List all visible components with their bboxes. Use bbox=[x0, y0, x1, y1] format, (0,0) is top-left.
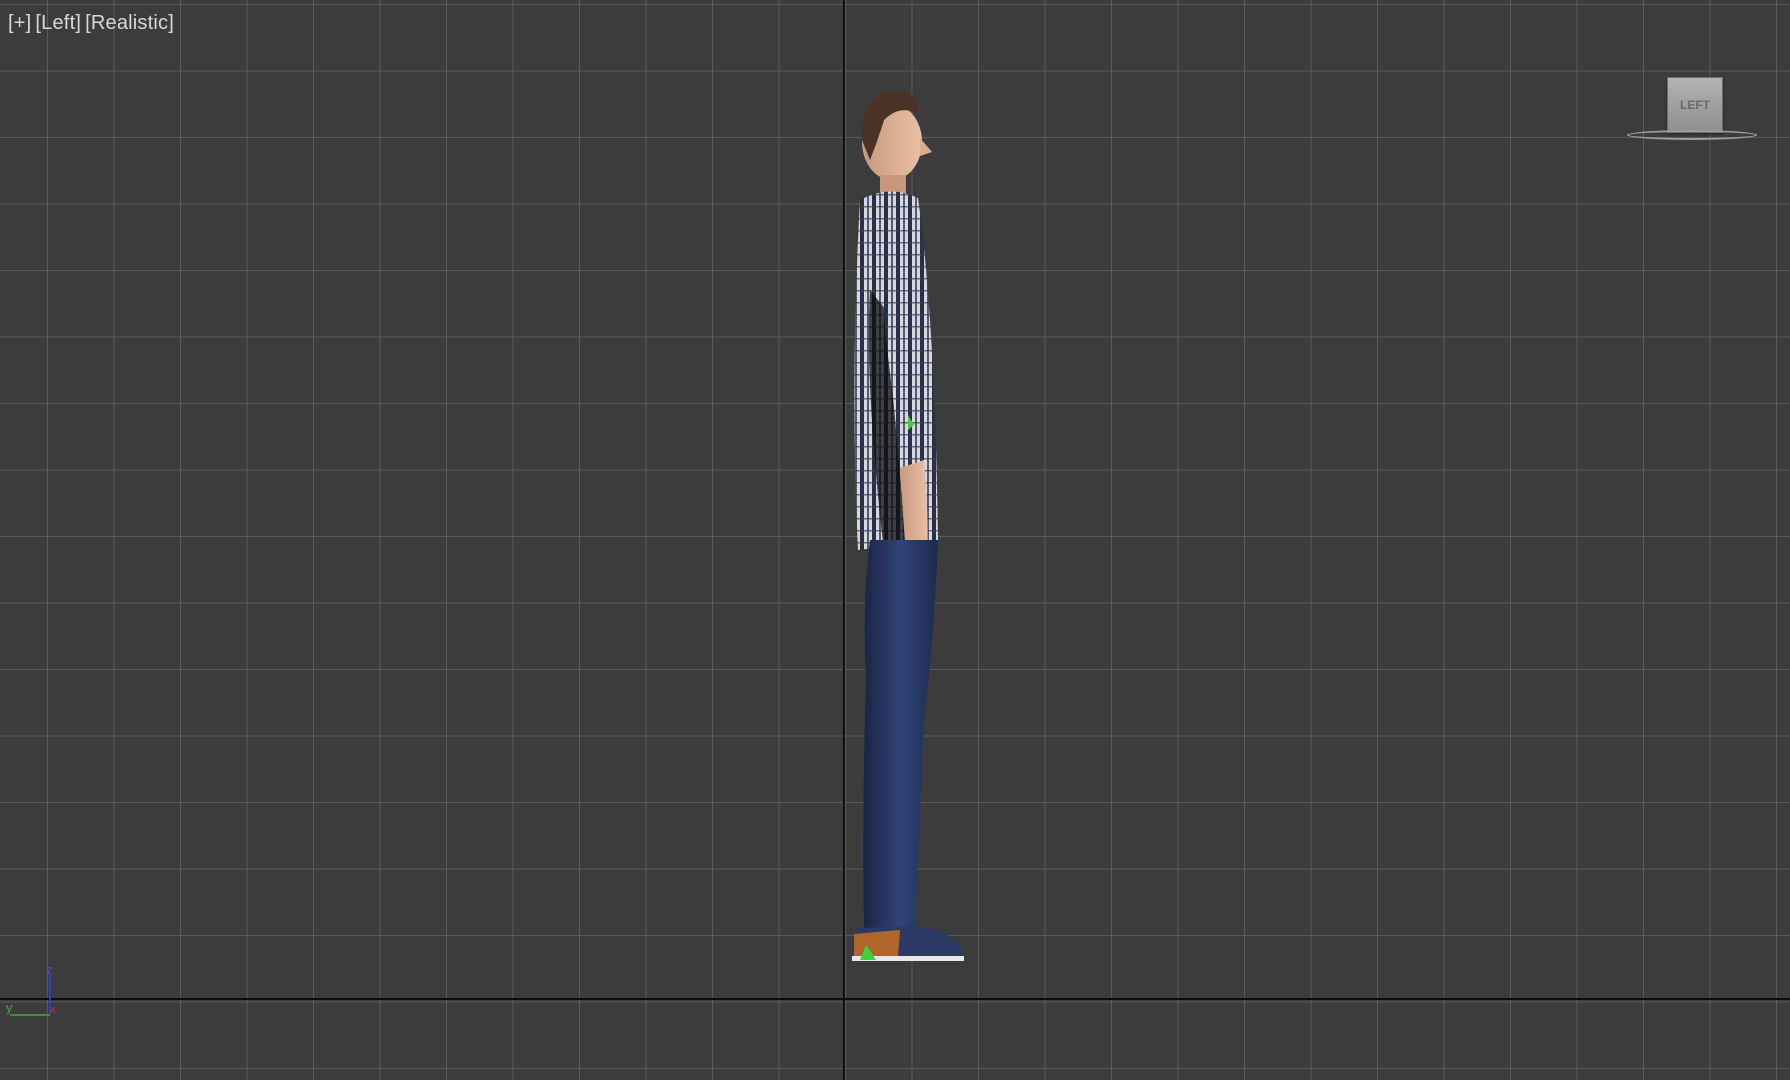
viewcube-compass-ring[interactable] bbox=[1627, 130, 1757, 140]
human-character-model[interactable] bbox=[800, 80, 1000, 1005]
nose bbox=[920, 138, 932, 156]
viewcube-face-left[interactable]: LEFT bbox=[1667, 77, 1723, 133]
viewport-plus-menu[interactable]: [+] bbox=[8, 12, 31, 34]
y-axis-line bbox=[10, 1014, 50, 1016]
viewport-point-of-view-menu[interactable]: [Left] bbox=[35, 12, 81, 34]
shoe-heel bbox=[854, 930, 900, 958]
y-axis-label: y bbox=[6, 1000, 13, 1015]
jeans bbox=[863, 540, 938, 930]
z-axis-label: z bbox=[46, 962, 53, 977]
axis-tripod-icon: z y x bbox=[0, 960, 70, 1030]
x-axis-label: x bbox=[50, 1004, 56, 1016]
viewcube[interactable]: LEFT bbox=[1625, 74, 1760, 149]
viewport-label-menu: [+] [Left] [Realistic] bbox=[8, 12, 178, 35]
viewport-shading-menu[interactable]: [Realistic] bbox=[85, 12, 174, 34]
viewport-left-realistic[interactable]: [+] [Left] [Realistic] LEFT z y x bbox=[0, 0, 1790, 1080]
